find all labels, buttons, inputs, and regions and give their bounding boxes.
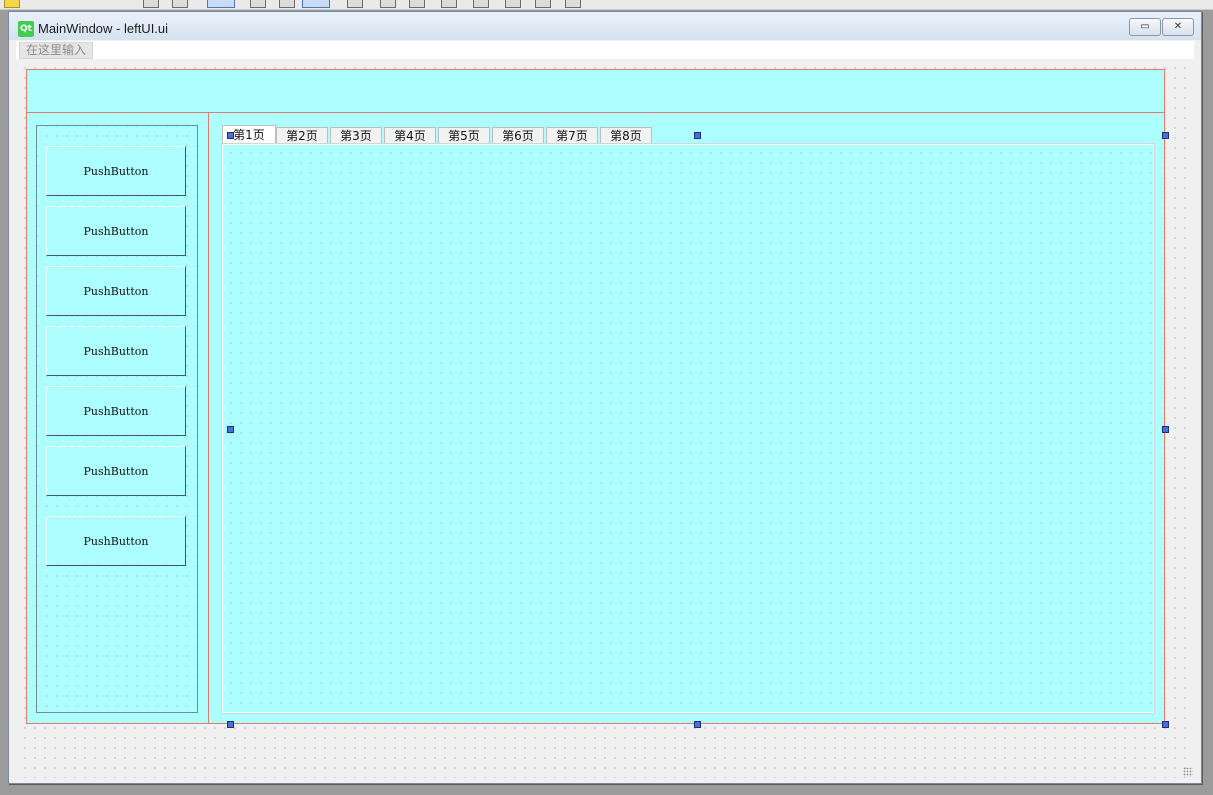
tab-page-7[interactable]: 第7页 xyxy=(546,127,598,144)
break-layout-icon[interactable] xyxy=(535,0,551,8)
edit-widgets-icon[interactable] xyxy=(207,0,235,8)
tab-page-8[interactable]: 第8页 xyxy=(600,127,652,144)
layout-splitter-h-icon[interactable] xyxy=(409,0,425,8)
top-header-widget[interactable] xyxy=(27,70,1164,113)
tab-page-content[interactable] xyxy=(221,143,1155,714)
adjust-size-icon[interactable] xyxy=(565,0,581,8)
tab-page-5[interactable]: 第5页 xyxy=(438,127,490,144)
central-layout[interactable]: PushButton PushButton PushButton PushBut… xyxy=(26,69,1165,724)
push-button-4[interactable]: PushButton xyxy=(46,326,186,376)
left-button-frame[interactable]: PushButton PushButton PushButton PushBut… xyxy=(36,125,198,713)
layout-vertical-icon[interactable] xyxy=(380,0,396,8)
selection-handle-bottom-left[interactable] xyxy=(227,721,234,728)
left-panel-widget[interactable]: PushButton PushButton PushButton PushBut… xyxy=(27,113,209,723)
tab-page-4[interactable]: 第4页 xyxy=(384,127,436,144)
widget-box-icon[interactable] xyxy=(143,0,159,8)
minimize-icon: ▭ xyxy=(1140,21,1150,32)
selection-handle-top-right[interactable] xyxy=(1162,132,1169,139)
edit-signals-icon[interactable] xyxy=(250,0,266,8)
open-folder-icon[interactable] xyxy=(4,0,20,8)
layout-horizontal-icon[interactable] xyxy=(347,0,363,8)
push-button-2[interactable]: PushButton xyxy=(46,206,186,256)
tab-page-2[interactable]: 第2页 xyxy=(276,127,328,144)
window-title: MainWindow - leftUI.ui xyxy=(38,21,169,36)
selection-handle-right[interactable] xyxy=(1162,426,1169,433)
push-button-5[interactable]: PushButton xyxy=(46,386,186,436)
property-editor-icon[interactable] xyxy=(172,0,188,8)
selection-handle-left[interactable] xyxy=(227,426,234,433)
tab-page-3[interactable]: 第3页 xyxy=(330,127,382,144)
selection-handle-bottom[interactable] xyxy=(694,721,701,728)
menu-placeholder-entry[interactable]: 在这里输入 xyxy=(19,42,94,59)
tab-widget[interactable]: 第1页 第2页 第3页 第4页 第5页 第6页 第7页 第8页 xyxy=(218,123,1156,717)
selection-handle-bottom-right[interactable] xyxy=(1162,721,1169,728)
minimize-button[interactable]: ▭ xyxy=(1129,18,1161,36)
selection-handle-top-left[interactable] xyxy=(227,132,234,139)
tab-page-6[interactable]: 第6页 xyxy=(492,127,544,144)
layout-splitter-v-icon[interactable] xyxy=(441,0,457,8)
push-button-7[interactable]: PushButton xyxy=(46,516,186,566)
push-button-3[interactable]: PushButton xyxy=(46,266,186,316)
title-bar[interactable]: Qt MainWindow - leftUI.ui ▭ ✕ xyxy=(9,12,1201,40)
layout-form-icon[interactable] xyxy=(505,0,521,8)
edit-tab-order-icon[interactable] xyxy=(302,0,330,8)
push-button-6[interactable]: PushButton xyxy=(46,446,186,496)
close-button[interactable]: ✕ xyxy=(1162,18,1194,36)
layout-grid-icon[interactable] xyxy=(473,0,489,8)
close-icon: ✕ xyxy=(1173,21,1183,32)
menu-bar: 在这里输入 xyxy=(16,41,1194,59)
qt-logo-icon: Qt xyxy=(18,21,34,37)
push-button-1[interactable]: PushButton xyxy=(46,146,186,196)
size-grip-icon[interactable] xyxy=(1183,767,1193,777)
edit-buddies-icon[interactable] xyxy=(279,0,295,8)
selection-handle-top[interactable] xyxy=(694,132,701,139)
designer-toolbar xyxy=(0,0,1213,10)
